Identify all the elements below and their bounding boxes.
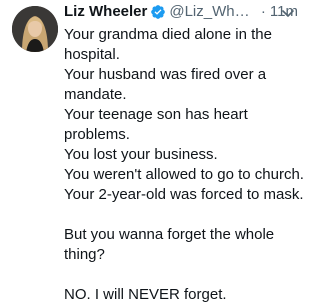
author-display-name[interactable]: Liz Wheeler — [64, 0, 147, 24]
author-avatar[interactable] — [12, 6, 58, 52]
tweet-content: Liz Wheeler @Liz_Wheel... · 11m Your gra… — [64, 0, 304, 305]
tweet-text-line: Your teenage son has heart — [64, 106, 248, 123]
separator-dot: · — [260, 3, 266, 20]
tweet-text-line: You weren't allowed to go to church. — [64, 166, 304, 183]
tweet-closing-line: NO. I will NEVER forget. — [64, 286, 227, 303]
tweet-header: Liz Wheeler @Liz_Wheel... · 11m — [64, 0, 298, 24]
chevron-down-icon[interactable] — [280, 5, 296, 21]
tweet-text-line: hospital. — [64, 46, 120, 63]
tweet-question-line: But you wanna forget the whole — [64, 226, 275, 243]
tweet-text: Your grandma died alone in the hospital.… — [64, 25, 304, 305]
profile-photo-icon — [12, 6, 58, 52]
tweet-text-line: You lost your business. — [64, 146, 218, 163]
tweet-text-line: Your husband was fired over a — [64, 66, 267, 83]
tweet-text-line: problems. — [64, 126, 130, 143]
verified-badge-icon — [150, 4, 166, 20]
tweet-text-line: mandate. — [64, 86, 127, 103]
tweet[interactable]: Liz Wheeler @Liz_Wheel... · 11m Your gra… — [0, 0, 304, 303]
tweet-text-line: Your grandma died alone in the — [64, 26, 272, 43]
tweet-text-line: Your 2-year-old was forced to mask. — [64, 186, 304, 203]
tweet-question-line: thing? — [64, 246, 105, 263]
author-handle[interactable]: @Liz_Wheel... — [169, 0, 257, 24]
